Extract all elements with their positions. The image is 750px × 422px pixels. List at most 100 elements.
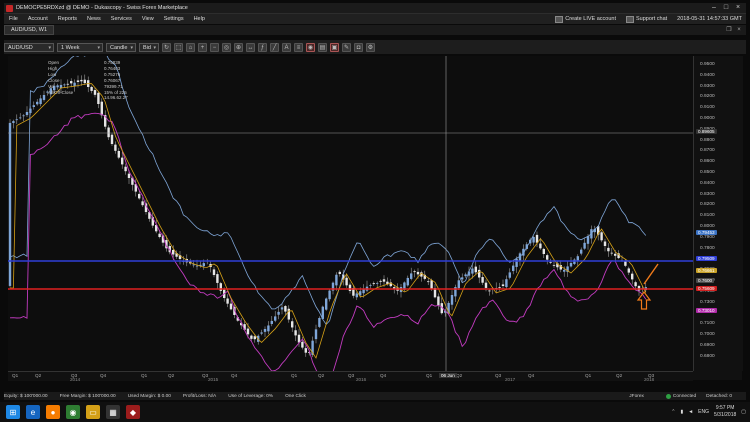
- price-tick: 0.9200: [700, 94, 715, 100]
- price-tick: 0.7100: [700, 321, 715, 327]
- zoom-out-icon[interactable]: −: [210, 42, 219, 52]
- windows-start-icon[interactable]: ⊞: [6, 405, 20, 419]
- candle-body: [246, 328, 250, 335]
- info-open-value: 0.75839: [104, 60, 121, 65]
- app-task-icon[interactable]: ▦: [106, 405, 120, 419]
- info-direction: All/Off-Close: [48, 90, 74, 95]
- menu-settings[interactable]: Settings: [159, 16, 189, 22]
- taskbar-clock[interactable]: 9:57 PM 5/31/2018: [714, 405, 736, 419]
- clock-date: 5/31/2018: [714, 412, 737, 418]
- dukascopy-task-icon[interactable]: ◆: [126, 405, 140, 419]
- palette-icon[interactable]: ✎: [342, 42, 351, 52]
- chart-window-controls: ❐ ×: [724, 25, 744, 35]
- refresh-icon[interactable]: ↻: [162, 42, 171, 52]
- menu-reports[interactable]: Reports: [53, 16, 82, 22]
- price-tick: 0.8700: [700, 148, 715, 154]
- ie-icon[interactable]: e: [26, 405, 40, 419]
- candle-body: [345, 277, 348, 286]
- volume-icon[interactable]: ◄: [688, 409, 693, 415]
- firefox-icon[interactable]: ●: [46, 405, 60, 419]
- chart-area[interactable]: Open High Low Close Vol All/Off-Close 0.…: [8, 56, 743, 382]
- notification-icon[interactable]: ▢: [741, 409, 746, 415]
- close-icon[interactable]: ×: [732, 3, 744, 13]
- candle-body: [314, 329, 318, 340]
- close-chart-icon[interactable]: ×: [734, 25, 744, 35]
- price-label: 0.75609: [696, 286, 717, 291]
- info-close-value: 0.76067: [104, 78, 121, 83]
- menu-file[interactable]: File: [4, 16, 23, 22]
- candle-body: [253, 336, 256, 340]
- draw-line-icon[interactable]: ╱: [270, 42, 279, 52]
- candle-body: [505, 279, 508, 288]
- screenshot-icon[interactable]: ◘: [354, 42, 363, 52]
- candle-body: [291, 321, 294, 328]
- monitor-icon: [555, 15, 564, 23]
- price-label: 0.89605: [696, 129, 717, 134]
- price-tick: 0.8600: [700, 159, 715, 165]
- settings-icon[interactable]: ⚙: [366, 42, 375, 52]
- one-click-toggle[interactable]: One Click: [285, 394, 306, 399]
- signal-icon[interactable]: ◉: [306, 42, 315, 52]
- offer-side-select[interactable]: Bid: [139, 42, 159, 53]
- candle-body: [158, 233, 161, 237]
- minimize-icon[interactable]: –: [708, 3, 720, 13]
- zoom-box-icon[interactable]: ⊕: [234, 42, 243, 52]
- candle-body: [25, 112, 29, 116]
- chrome-icon[interactable]: ◉: [66, 405, 80, 419]
- candle-body: [372, 283, 375, 285]
- candle-body: [287, 308, 290, 320]
- price-tick: 0.6800: [700, 353, 715, 359]
- trend-arrow-line[interactable]: [643, 263, 659, 285]
- layers-icon[interactable]: ≡: [294, 42, 303, 52]
- indicators-icon[interactable]: ƒ: [258, 42, 267, 52]
- candle-body: [294, 330, 297, 336]
- zoom-fit-icon[interactable]: ◎: [222, 42, 231, 52]
- period-select[interactable]: 1 Week: [57, 42, 103, 53]
- maximize-icon[interactable]: □: [720, 3, 732, 13]
- network-icon[interactable]: ▮: [680, 409, 683, 415]
- candle-body: [335, 274, 338, 286]
- price-tick: 0.8000: [700, 224, 715, 229]
- free-margin-status: Free Margin: $ 100'000.00: [59, 393, 116, 399]
- time-axis[interactable]: Q1 Q2 Q3 Q4 Q1 Q2 Q3 Q4 Q1 Q2 Q3 Q4 Q1 Q2 Q3 Q4 Q1 Q2 Q3 20…: [8, 371, 693, 382]
- template-icon[interactable]: ▤: [318, 42, 327, 52]
- menu-view[interactable]: View: [137, 16, 159, 22]
- price-tick: 0.9100: [700, 105, 715, 111]
- folder-icon[interactable]: ▭: [86, 405, 100, 419]
- candle-body: [301, 341, 304, 348]
- quarter-label: Q2: [456, 373, 463, 378]
- menu-bar: File Account Reports News Services View …: [4, 14, 746, 24]
- chart-type-select[interactable]: Candle: [106, 42, 136, 53]
- price-axis[interactable]: 0.9500 0.9400 0.9300 0.9200 0.9100 0.9000 0.89…: [693, 56, 743, 371]
- price-label: 0.79453: [696, 230, 717, 235]
- menu-news[interactable]: News: [82, 16, 106, 22]
- menu-account[interactable]: Account: [23, 16, 53, 22]
- create-live-account-link[interactable]: Create LIVE account: [555, 15, 616, 23]
- orange-up-arrow-icon[interactable]: [636, 291, 652, 310]
- quarter-label: Q4: [528, 373, 535, 378]
- restore-icon[interactable]: ❐: [724, 25, 734, 35]
- cursor-icon[interactable]: ⬚: [174, 42, 183, 52]
- text-icon[interactable]: A: [282, 42, 291, 52]
- quarter-label: Q2: [168, 373, 175, 378]
- candle-body: [284, 306, 287, 312]
- menu-help[interactable]: Help: [189, 16, 210, 22]
- candle-body: [42, 95, 46, 100]
- system-tray: ⌃ ▮ ◄ ENG 9:57 PM 5/31/2018 ▢: [671, 402, 746, 422]
- instrument-select[interactable]: AUD/USD: [4, 42, 54, 53]
- info-high-value: 0.76403: [104, 66, 121, 71]
- price-chart[interactable]: [8, 56, 693, 371]
- order-icon[interactable]: ▣: [330, 42, 339, 52]
- support-chat-link[interactable]: Support chat: [625, 15, 667, 23]
- chart-tab[interactable]: AUD/USD, W1: [4, 25, 55, 35]
- language-indicator[interactable]: ENG: [698, 409, 709, 415]
- lock-icon[interactable]: ⌂: [186, 42, 195, 52]
- menu-services[interactable]: Services: [106, 16, 137, 22]
- price-label: 0.79509: [696, 256, 717, 261]
- expand-icon[interactable]: ↔: [246, 42, 255, 52]
- tray-up-icon[interactable]: ⌃: [671, 409, 675, 415]
- quarter-label: Q4: [231, 373, 238, 378]
- price-tick: 0.8300: [700, 191, 715, 197]
- zoom-in-icon[interactable]: +: [198, 42, 207, 52]
- candle-body: [267, 325, 270, 332]
